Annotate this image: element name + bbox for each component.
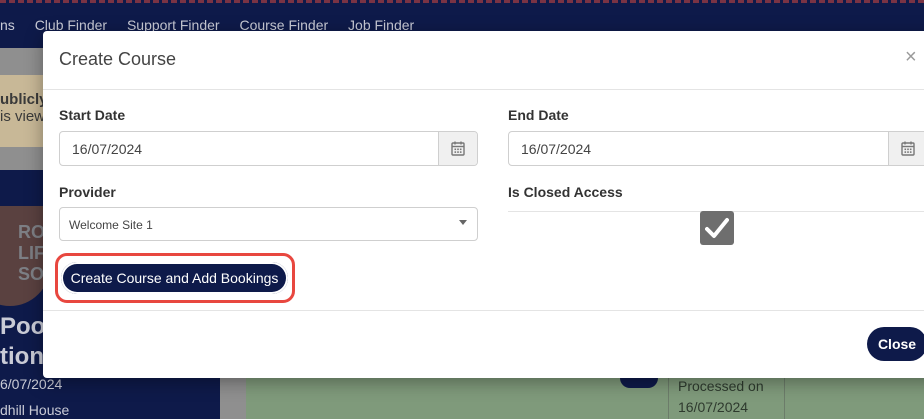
background-table-area	[246, 378, 924, 419]
logo-text: RO LIF SO	[18, 222, 45, 285]
checkmark-icon	[705, 218, 729, 238]
start-date-label: Start Date	[59, 107, 126, 123]
end-date-calendar-button[interactable]	[888, 132, 924, 165]
chevron-down-icon	[459, 220, 467, 225]
close-button[interactable]: Close	[867, 327, 924, 361]
create-course-modal: Create Course × Start Date End Date	[43, 31, 924, 378]
footer-divider	[43, 310, 924, 311]
start-date-calendar-button[interactable]	[438, 132, 477, 165]
closed-access-checkbox[interactable]	[700, 211, 734, 245]
end-date-input[interactable]	[509, 132, 911, 165]
provider-label: Provider	[59, 184, 116, 200]
modal-header: Create Course ×	[43, 31, 924, 90]
logo-text-line-3: SO	[18, 264, 45, 284]
modal-title: Create Course	[59, 49, 177, 69]
processed-line-2: 16/07/2024	[678, 399, 749, 415]
background-location: dhill House	[0, 402, 70, 418]
logo-text-line-1: RO	[18, 222, 45, 242]
provider-select[interactable]: Welcome Site 1	[59, 207, 478, 241]
create-course-and-add-bookings-button[interactable]: Create Course and Add Bookings	[61, 262, 288, 294]
start-date-field	[59, 131, 478, 166]
end-date-label: End Date	[508, 107, 569, 123]
start-date-input[interactable]	[60, 132, 462, 165]
calendar-icon	[901, 141, 915, 156]
end-date-field	[508, 131, 924, 166]
logo-text-line-2: LIF	[18, 243, 45, 263]
calendar-icon	[451, 141, 465, 156]
background-processed-text: Processed on 16/07/2024	[678, 376, 764, 418]
nav-link-partial[interactable]: ns	[0, 17, 15, 33]
processed-line-1: Processed on	[678, 378, 764, 394]
provider-selected-value: Welcome Site 1	[69, 218, 153, 232]
background-date: 6/07/2024	[0, 376, 63, 392]
closed-access-label: Is Closed Access	[508, 184, 623, 200]
close-icon[interactable]: ×	[905, 45, 917, 69]
